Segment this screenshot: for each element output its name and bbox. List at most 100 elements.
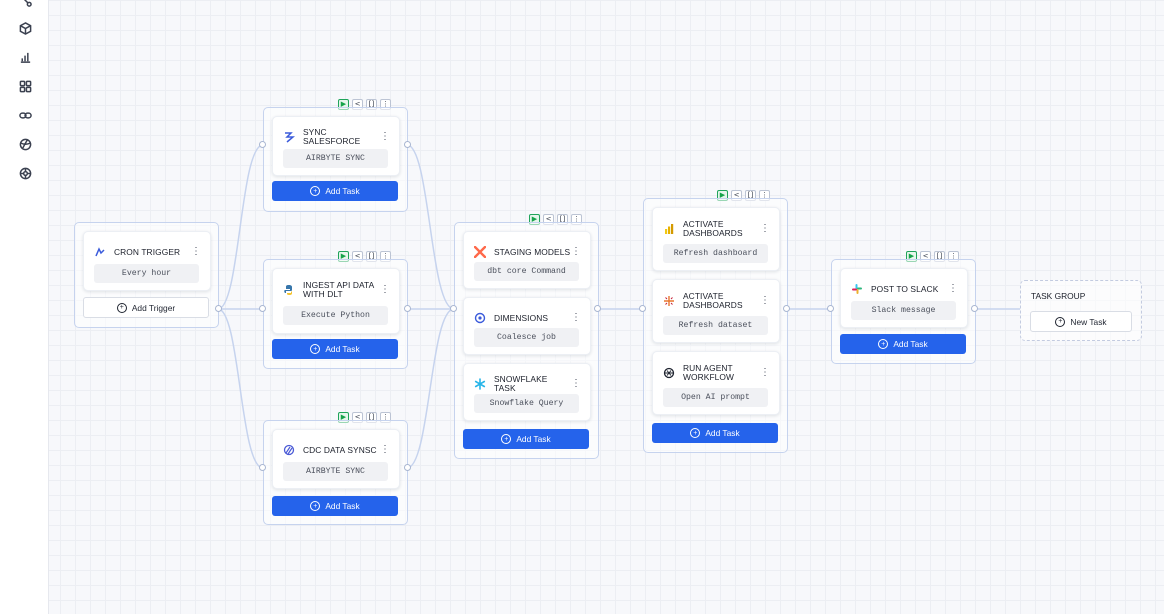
add-trigger-button[interactable]: + Add Trigger <box>83 297 209 318</box>
port-in[interactable] <box>259 305 266 312</box>
command-pill: dbt core Command <box>474 262 579 281</box>
command-pill: Refresh dataset <box>663 316 768 335</box>
snowflake-task-card[interactable]: SNOWFLAKE TASK ⋮ Snowflake Query <box>463 363 591 421</box>
more-options-icon[interactable]: ⋮ <box>380 445 390 455</box>
cron-icon <box>93 245 107 259</box>
airbyte-icon <box>282 130 296 144</box>
cdc-data-group: CDC DATA SYNSC ⋮ AIRBYTE SYNC + Add Task <box>263 420 408 525</box>
port-out[interactable] <box>404 464 411 471</box>
sync-salesforce-group: SYNC SALESFORCE ⋮ AIRBYTE SYNC + Add Tas… <box>263 107 408 212</box>
port-out[interactable] <box>404 141 411 148</box>
python-icon <box>282 283 296 297</box>
snowflake-icon <box>473 377 487 391</box>
plus-circle-icon: + <box>310 501 321 511</box>
staging-models-card[interactable]: STAGING MODELS ⋮ dbt core Command <box>463 231 591 289</box>
port-in[interactable] <box>259 141 266 148</box>
cube-icon[interactable] <box>18 21 32 35</box>
schedule-pill: Every hour <box>94 264 199 283</box>
activate-dashboards-card[interactable]: ACTIVATE DASHBOARDS ⋮ Refresh dataset <box>652 279 780 343</box>
new-task-button[interactable]: + New Task <box>1030 311 1132 332</box>
plus-circle-icon: + <box>116 302 127 313</box>
node-title: CRON TRIGGER <box>114 246 181 257</box>
port-out[interactable] <box>594 305 601 312</box>
add-task-button[interactable]: + Add Task <box>272 339 398 359</box>
activate-group: ACTIVATE DASHBOARDS ⋮ Refresh dashboard … <box>643 198 788 453</box>
port-out[interactable] <box>404 305 411 312</box>
ingest-api-group: INGEST API DATA WITH DLT ⋮ Execute Pytho… <box>263 259 408 369</box>
add-task-button[interactable]: + Add Task <box>463 429 589 449</box>
transform-group: STAGING MODELS ⋮ dbt core Command DIMENS… <box>454 222 599 459</box>
more-options-icon[interactable]: ⋮ <box>760 224 770 234</box>
node-title: SNOWFLAKE TASK <box>494 374 548 393</box>
more-options-icon[interactable]: ⋮ <box>571 247 581 257</box>
plus-circle-icon: + <box>1055 316 1066 327</box>
more-options-icon[interactable]: ⋮ <box>760 296 770 306</box>
post-to-slack-card[interactable]: POST TO SLACK ⋮ Slack message <box>840 268 968 328</box>
wire-sync-to-staging <box>406 144 455 310</box>
power-bi-icon <box>662 222 676 236</box>
port-in[interactable] <box>639 305 646 312</box>
run-agent-workflow-card[interactable]: RUN AGENT WORKFLOW ⋮ Open AI prompt <box>652 351 780 415</box>
plus-circle-icon: + <box>878 339 889 349</box>
network-icon[interactable] <box>18 166 32 180</box>
dbt-icon <box>473 245 487 259</box>
plus-circle-icon: + <box>501 434 512 444</box>
slack-group: POST TO SLACK ⋮ Slack message + Add Task <box>831 259 976 364</box>
command-pill: Execute Python <box>283 306 388 325</box>
plus-circle-icon: + <box>690 428 701 438</box>
cdc-data-card[interactable]: CDC DATA SYNSC ⋮ AIRBYTE SYNC <box>272 429 400 489</box>
wire-trigger-to-sync <box>217 144 264 310</box>
link-icon[interactable] <box>18 108 32 122</box>
cron-trigger-card[interactable]: CRON TRIGGER ⋮ Every hour <box>83 231 211 291</box>
wire-trigger-to-cdc <box>217 308 264 469</box>
globe-icon[interactable] <box>18 137 32 151</box>
port-out[interactable] <box>971 305 978 312</box>
node-title: POST TO SLACK <box>871 283 939 294</box>
add-task-button[interactable]: + Add Task <box>272 181 398 201</box>
command-pill: Open AI prompt <box>663 388 768 407</box>
slack-icon <box>850 282 864 296</box>
add-task-button[interactable]: + Add Task <box>840 334 966 354</box>
task-group-placeholder[interactable]: TASK GROUP + New Task <box>1020 280 1142 341</box>
trigger-group: CRON TRIGGER ⋮ Every hour + Add Trigger <box>74 222 219 328</box>
more-options-icon[interactable]: ⋮ <box>571 379 581 389</box>
openai-icon <box>662 366 676 380</box>
task-group-title: TASK GROUP <box>1031 291 1086 301</box>
command-pill: Coalesce job <box>474 328 579 347</box>
grid-icon[interactable] <box>18 79 32 93</box>
tableau-icon <box>662 294 676 308</box>
port-in[interactable] <box>450 305 457 312</box>
more-options-icon[interactable]: ⋮ <box>760 368 770 378</box>
port-in[interactable] <box>827 305 834 312</box>
node-title: SYNC SALESFORCE <box>303 127 361 146</box>
ingest-api-card[interactable]: INGEST API DATA WITH DLT ⋮ Execute Pytho… <box>272 268 400 334</box>
command-pill: Refresh dashboard <box>663 244 768 263</box>
more-options-icon[interactable]: ⋮ <box>380 132 390 142</box>
more-options-icon[interactable]: ⋮ <box>380 285 390 295</box>
node-title: RUN AGENT WORKFLOW <box>683 363 735 382</box>
port-out[interactable] <box>783 305 790 312</box>
activate-dashboards-card[interactable]: ACTIVATE DASHBOARDS ⋮ Refresh dashboard <box>652 207 780 271</box>
port-in[interactable] <box>259 464 266 471</box>
flow-icon[interactable] <box>18 0 32 7</box>
command-pill: AIRBYTE SYNC <box>283 149 388 168</box>
more-options-icon[interactable]: ⋮ <box>948 284 958 294</box>
node-title: ACTIVATE DASHBOARDS <box>683 219 743 238</box>
node-title: STAGING MODELS <box>494 246 571 257</box>
node-title: CDC DATA SYNSC <box>303 444 377 455</box>
airbyte-icon <box>282 443 296 457</box>
sidebar <box>0 0 49 614</box>
coalesce-icon <box>473 311 487 325</box>
command-pill: AIRBYTE SYNC <box>283 462 388 481</box>
trigger-port-out[interactable] <box>215 305 222 312</box>
node-title: INGEST API DATA WITH DLT <box>303 280 374 299</box>
node-title: DIMENSIONS <box>494 312 549 323</box>
more-options-icon[interactable]: ⋮ <box>571 313 581 323</box>
bar-chart-icon[interactable] <box>18 50 32 64</box>
add-task-button[interactable]: + Add Task <box>652 423 778 443</box>
sync-salesforce-card[interactable]: SYNC SALESFORCE ⋮ AIRBYTE SYNC <box>272 116 400 176</box>
add-task-button[interactable]: + Add Task <box>272 496 398 516</box>
dimensions-card[interactable]: DIMENSIONS ⋮ Coalesce job <box>463 297 591 355</box>
more-options-icon[interactable]: ⋮ <box>191 247 201 257</box>
command-pill: Slack message <box>851 301 956 320</box>
